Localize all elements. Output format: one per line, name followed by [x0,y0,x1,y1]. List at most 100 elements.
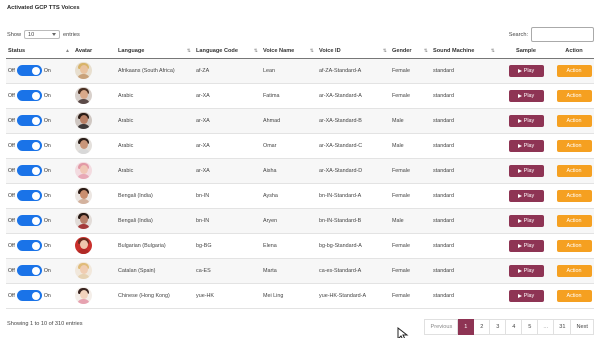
sound-machine-cell: standard [433,167,454,174]
column-header-avatar: Avatar [73,45,116,59]
status-cell: Off On [6,83,73,108]
action-cell: Action [554,233,594,258]
action-button[interactable]: Action [556,139,592,152]
sample-cell: Play [498,208,554,233]
column-header-label: Voice Name [263,48,295,55]
play-button[interactable]: Play [508,89,544,102]
play-icon [517,143,522,148]
action-button[interactable]: Action [556,289,592,302]
action-cell: Action [554,208,594,233]
action-button[interactable]: Action [556,114,592,127]
column-header-voice-name[interactable]: Voice Name ⇅ [261,45,317,59]
action-button[interactable]: Action [556,239,592,252]
action-button[interactable]: Action [556,89,592,102]
sample-cell: Play [498,283,554,308]
play-button[interactable]: Play [508,289,544,302]
column-header-label: Gender [392,48,412,55]
pagination-page-2[interactable]: 2 [474,319,491,335]
avatar-body [77,224,90,229]
action-button[interactable]: Action [556,214,592,227]
action-button[interactable]: Action [556,64,592,77]
avatar-face [79,215,88,224]
status-toggle[interactable] [16,115,42,126]
language-cell: Catalan (Spain) [118,267,156,274]
play-button[interactable]: Play [508,239,544,252]
avatar-cell [73,258,116,283]
avatar-cell [73,58,116,83]
column-header-gender[interactable]: Gender ⇅ [390,45,431,59]
status-toggle[interactable] [16,165,42,176]
status-toggle[interactable] [16,290,42,301]
language-cell: Arabic [118,117,134,124]
status-toggle[interactable] [16,140,42,151]
voice-id-cell: ar-XA-Standard-A [319,92,362,99]
sound-machine-cell: standard [433,242,454,249]
avatar-cell [73,108,116,133]
column-header-label: Status [8,48,26,55]
play-icon [517,118,522,123]
action-button[interactable]: Action [556,189,592,202]
search-input[interactable] [531,27,594,42]
sample-cell: Play [498,233,554,258]
action-cell: Action [554,58,594,83]
play-button[interactable]: Play [508,64,544,77]
toggle-on-label: On [43,192,51,199]
status-toggle[interactable] [16,265,42,276]
column-header-language-code[interactable]: Language Code ⇅ [194,45,261,59]
sample-cell: Play [498,108,554,133]
avatar-cell [73,83,116,108]
avatar-face [79,265,88,274]
pagination-page-5[interactable]: 5 [522,319,539,335]
language-cell: Bulgarian (Bulgaria) [118,242,166,249]
column-header-voice-id[interactable]: Voice ID ⇅ [317,45,390,59]
column-header-label: Action [565,48,583,55]
play-button[interactable]: Play [508,264,544,277]
sound-machine-cell: standard [433,92,454,99]
avatar-face [79,165,88,174]
toggle-knob [32,291,41,300]
status-toggle[interactable] [16,65,42,76]
column-header-sound-machine[interactable]: Sound Machine ⇅ [431,45,498,59]
play-button[interactable]: Play [508,214,544,227]
status-toggle[interactable] [16,90,42,101]
chevron-down-icon [52,33,56,36]
avatar-cell [73,183,116,208]
action-button[interactable]: Action [556,264,592,277]
pagination-page-31[interactable]: 31 [554,319,572,335]
entries-select-value: 10 [28,31,35,38]
pagination-page-3[interactable]: 3 [490,319,507,335]
status-toggle[interactable] [16,240,42,251]
toggle-knob [32,191,41,200]
voice-id-cell: ar-XA-Standard-B [319,117,362,124]
gender-cell: Female [392,92,410,99]
play-button[interactable]: Play [508,114,544,127]
play-button[interactable]: Play [508,189,544,202]
pagination-page-4[interactable]: 4 [506,319,523,335]
play-button[interactable]: Play [508,164,544,177]
play-button[interactable]: Play [508,139,544,152]
avatar [75,287,92,304]
status-cell: Off On [6,183,73,208]
column-header-language[interactable]: Language ⇅ [116,45,194,59]
pagination-previous[interactable]: Previous [424,319,459,335]
column-header-status[interactable]: Status ▲ [6,45,73,59]
avatar-body [77,99,90,104]
avatar-body [77,124,90,129]
table-body: Off On Afrikaans (South Africa) af-ZA Lean af… [6,58,594,308]
table-row: Off On Arabic ar-XA Omar ar-XA-Standard-C Male… [6,133,594,158]
voice-name-cell: Fatima [263,92,280,99]
pagination: Previous 1 2 3 4 5... 31 Next [424,319,594,335]
status-toggle[interactable] [16,215,42,226]
voice-id-cell: ar-XA-Standard-C [319,142,363,149]
voice-id-cell: yue-HK-Standard-A [319,292,367,299]
entries-select[interactable]: 10 [24,30,60,39]
toggle-on-label: On [43,267,51,274]
pagination-next[interactable]: Next [571,319,594,335]
mouse-cursor-icon [397,327,409,338]
action-button[interactable]: Action [556,164,592,177]
play-icon [517,168,522,173]
pagination-page-1[interactable]: 1 [458,319,475,335]
avatar-body [77,74,90,79]
status-toggle[interactable] [16,190,42,201]
action-cell: Action [554,183,594,208]
